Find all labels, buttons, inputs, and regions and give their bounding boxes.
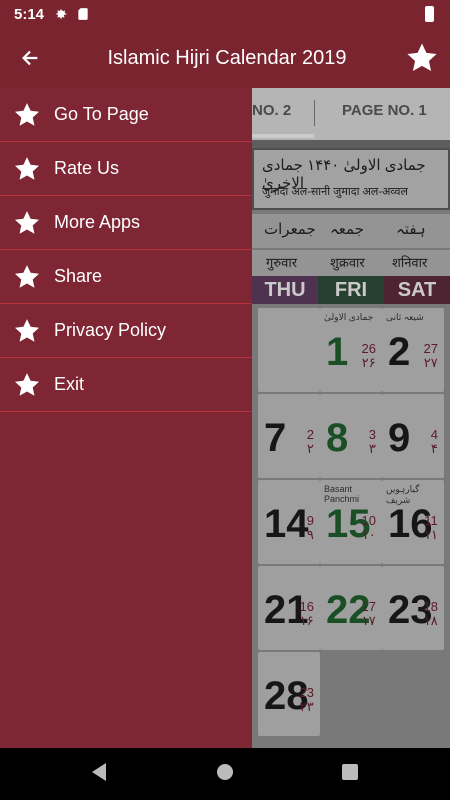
menu-item-rate-us[interactable]: Rate Us <box>0 142 252 196</box>
back-button[interactable] <box>0 28 60 88</box>
menu-item-more-apps[interactable]: More Apps <box>0 196 252 250</box>
menu-item-label: Exit <box>54 374 85 394</box>
star-icon <box>14 102 40 126</box>
gear-icon <box>56 9 67 19</box>
star-icon <box>14 372 40 396</box>
star-icon <box>14 264 40 288</box>
star-icon <box>407 43 437 72</box>
app-title: Islamic Hijri Calendar 2019 <box>107 46 347 69</box>
sd-card-icon <box>78 8 88 20</box>
menu-item-label: Go To Page <box>54 104 149 124</box>
system-navigation-bar <box>0 748 450 800</box>
star-icon <box>14 318 40 342</box>
star-icon <box>14 210 40 234</box>
menu-item-exit[interactable]: Exit <box>0 358 252 412</box>
home-circle-icon[interactable] <box>216 762 234 782</box>
menu-item-label: Privacy Policy <box>54 320 167 340</box>
menu-item-label: Rate Us <box>54 158 120 178</box>
favorite-button[interactable] <box>394 28 450 88</box>
menu-item-share[interactable]: Share <box>0 250 252 304</box>
app-bar: Islamic Hijri Calendar 2019 <box>0 28 450 88</box>
status-time: 5:14 <box>14 5 45 23</box>
menu-item-label: Share <box>54 266 103 286</box>
menu-item-privacy-policy[interactable]: Privacy Policy <box>0 304 252 358</box>
arrow-left-icon <box>22 50 38 66</box>
star-icon <box>14 156 40 180</box>
status-bar: 5:14 <box>0 0 450 28</box>
recents-square-icon[interactable] <box>341 762 359 782</box>
menu-item-label: More Apps <box>54 212 141 232</box>
menu-item-go-to-page[interactable]: Go To Page <box>0 88 252 142</box>
battery-charging-icon <box>425 6 434 22</box>
back-triangle-icon[interactable] <box>90 762 108 782</box>
navigation-drawer: Go To Page Rate Us More Apps Share Priva… <box>0 88 252 748</box>
